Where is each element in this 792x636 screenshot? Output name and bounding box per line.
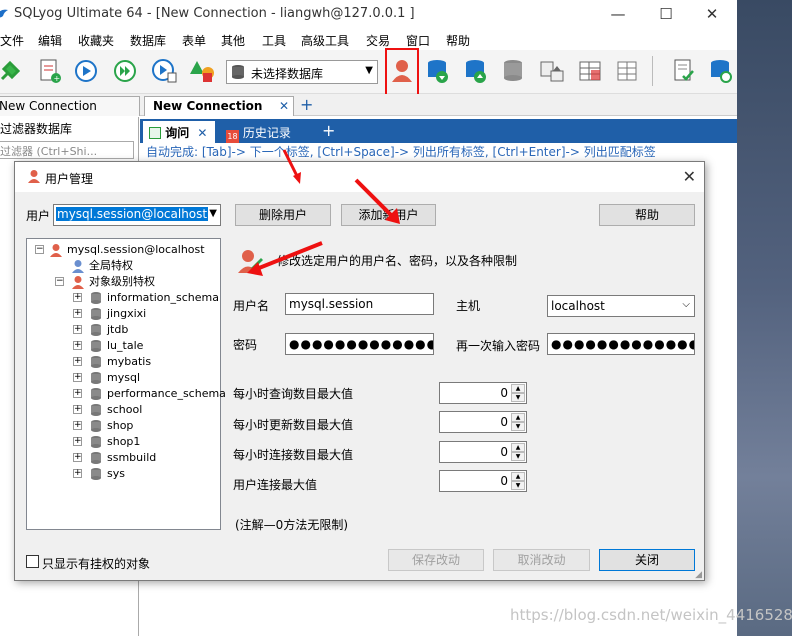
annotation-arrows — [247, 149, 400, 276]
arrow-to-title — [282, 149, 300, 179]
watermark: https://blog.csdn.net/weixin_44165280 — [510, 606, 792, 624]
arrow-to-header — [253, 241, 323, 272]
arrow-to-add-user — [354, 178, 397, 221]
